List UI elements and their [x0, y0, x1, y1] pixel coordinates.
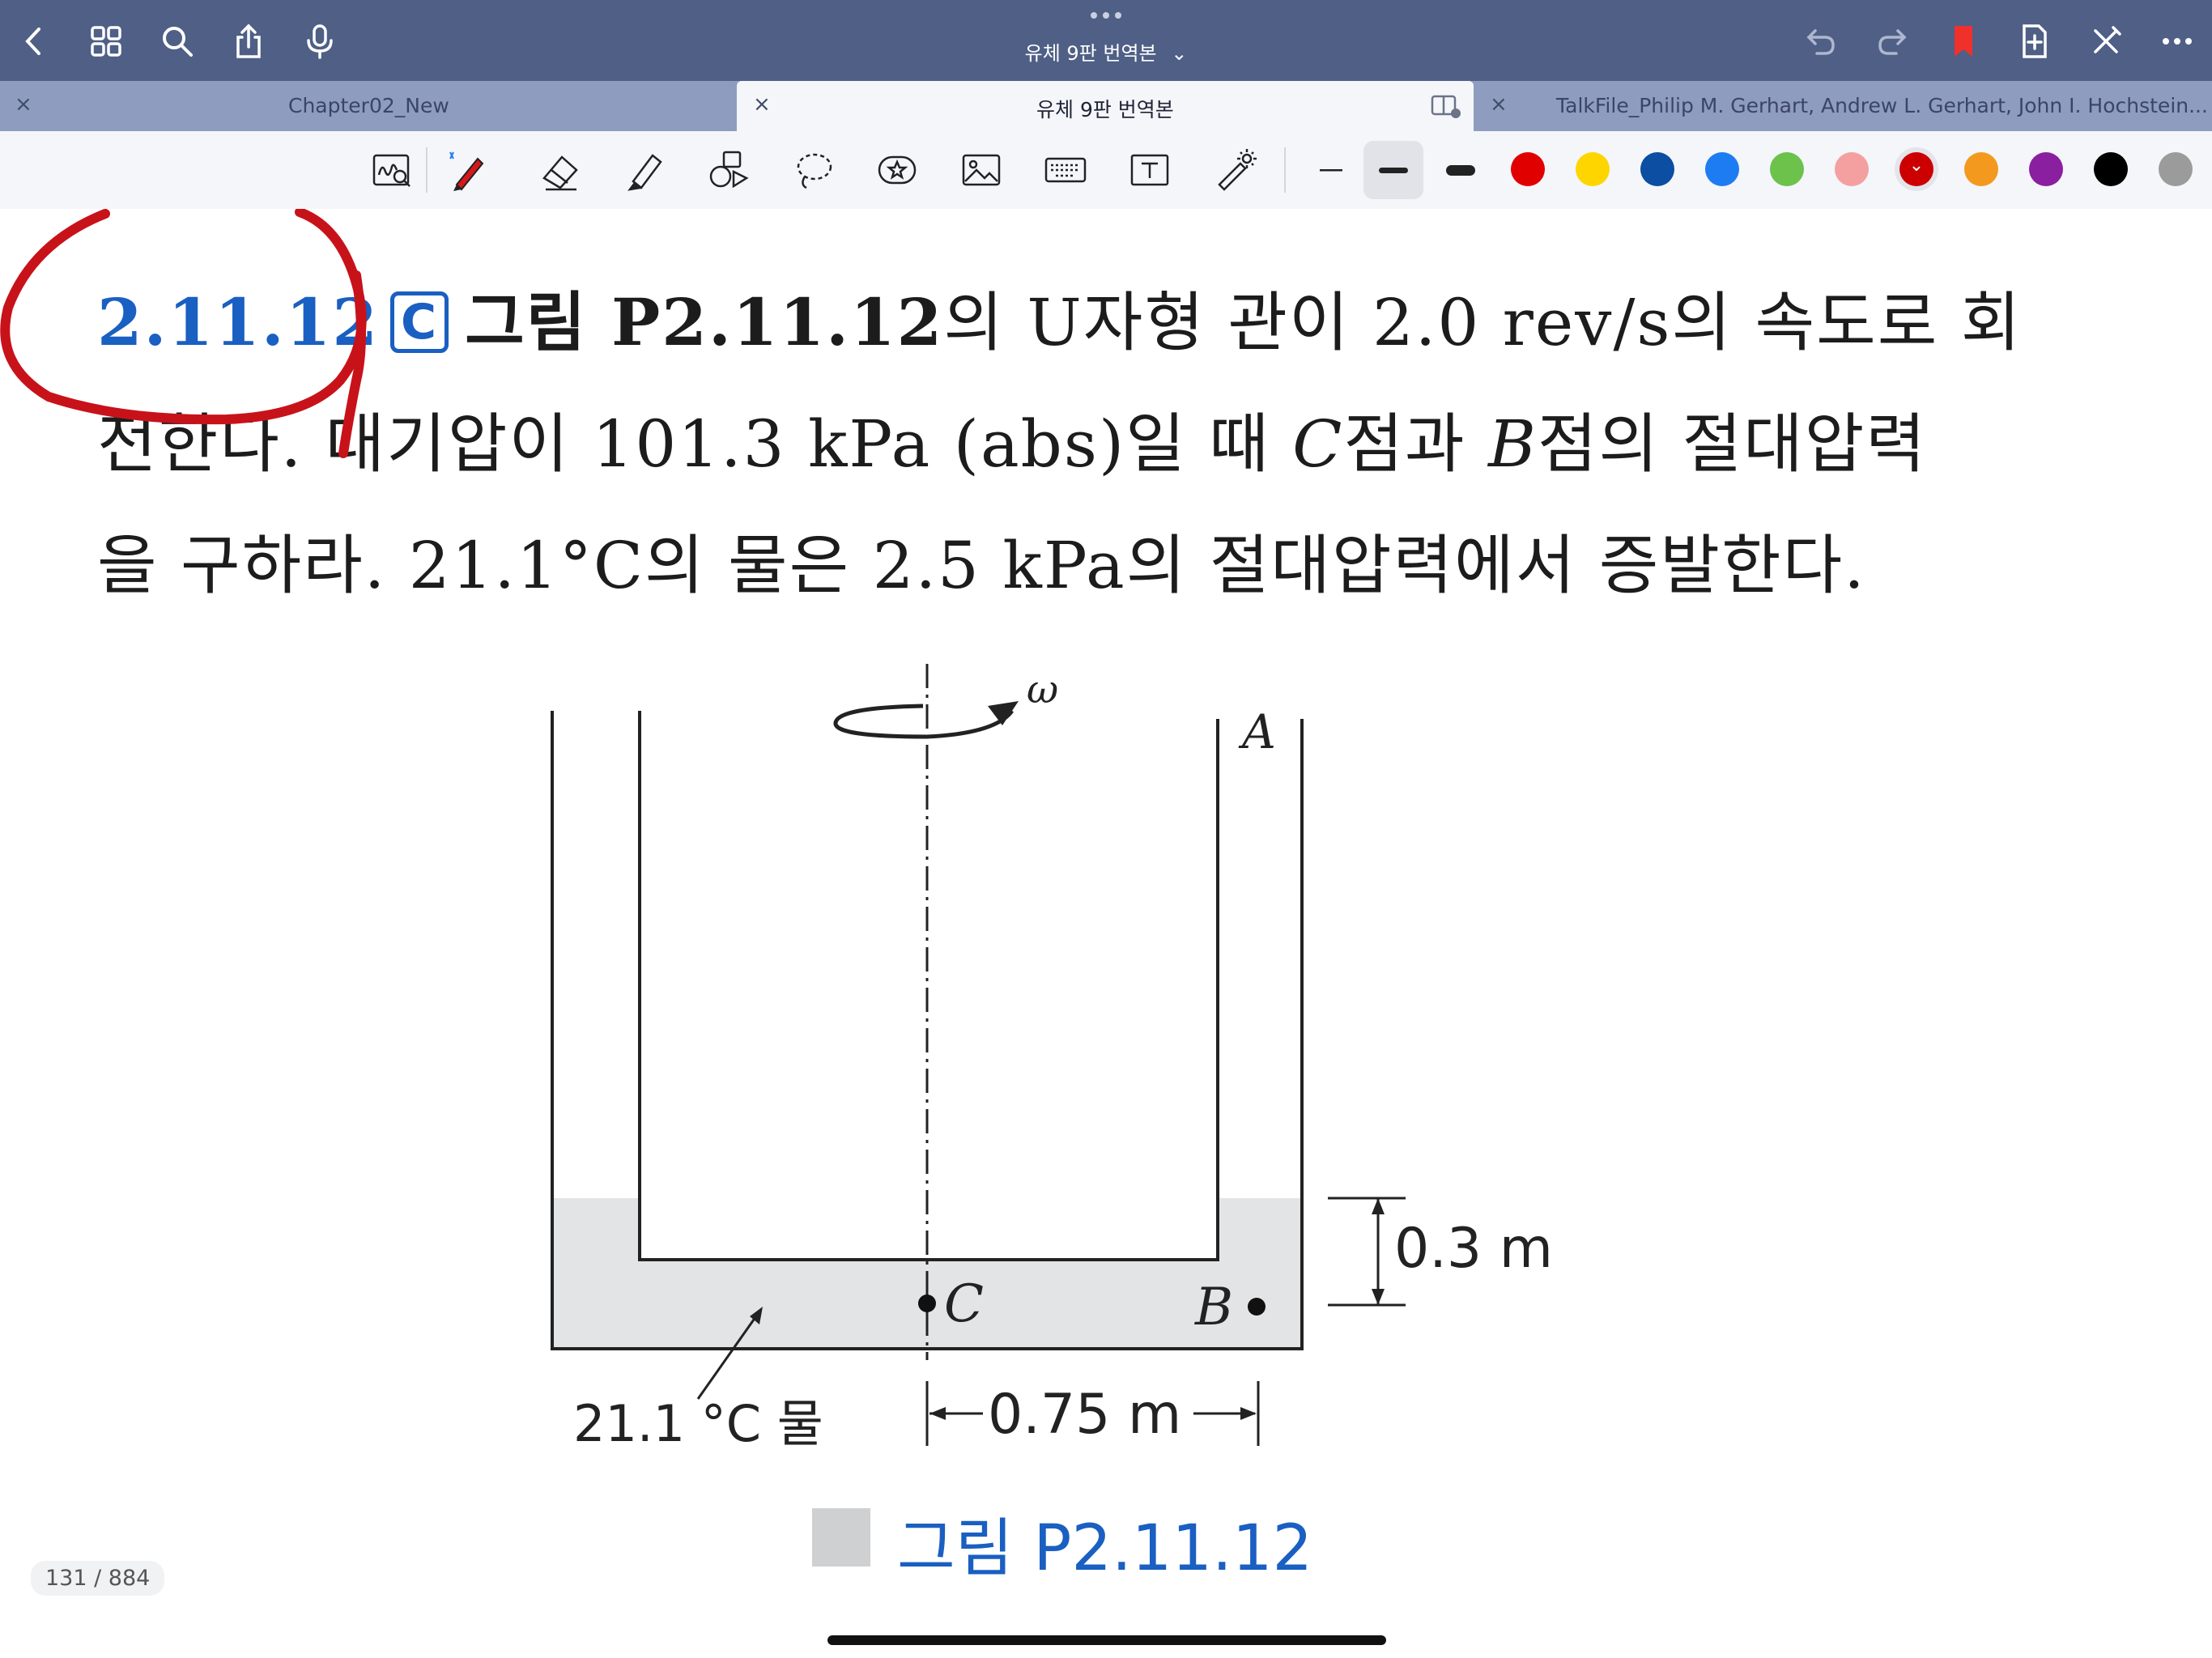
laser-pointer-tool-icon[interactable]: [1208, 144, 1260, 196]
color-swatch[interactable]: [1705, 152, 1739, 186]
top-nav-bar: 유체 9판 번역본 ⌄: [0, 0, 2212, 81]
window-handle-dots-icon[interactable]: [1090, 11, 1122, 19]
color-swatch[interactable]: [1964, 152, 1998, 186]
color-swatch[interactable]: [1640, 152, 1674, 186]
annotation-toolbar: ⌄: [0, 131, 2212, 210]
handwriting-zoom-icon[interactable]: [366, 144, 418, 196]
color-swatch[interactable]: ⌄: [1899, 152, 1933, 186]
tab-talkfile[interactable]: × TalkFile_Philip M. Gerhart, Andrew L. …: [1474, 81, 2212, 131]
share-icon[interactable]: [220, 13, 277, 70]
tab-chapter02[interactable]: × Chapter02_New: [0, 81, 737, 131]
color-swatch[interactable]: [1835, 152, 1869, 186]
tab-fluid-translation[interactable]: × 유체 9판 번역본: [737, 81, 1474, 131]
bookmark-icon[interactable]: [1935, 13, 1992, 70]
pdf-page[interactable]: 2.11.12 C 그림 P2.11.12의 U자형 관이 2.0 rev/s의 속…: [0, 209, 2212, 1658]
tab-label: Chapter02_New: [288, 94, 449, 117]
color-swatch[interactable]: [1511, 152, 1545, 186]
eraser-tool-icon[interactable]: [534, 144, 586, 196]
tab-label: TalkFile_Philip M. Gerhart, Andrew L. Ge…: [1556, 94, 2208, 117]
text-box-tool-icon[interactable]: [1124, 144, 1176, 196]
lasso-tool-icon[interactable]: [787, 144, 839, 196]
tab-close-icon[interactable]: ×: [753, 92, 774, 117]
document-title-menu[interactable]: 유체 9판 번역본 ⌄: [972, 37, 1240, 66]
color-swatch[interactable]: [2159, 152, 2193, 186]
stroke-medium-icon: [1379, 168, 1408, 173]
pen-tool-icon[interactable]: [442, 144, 494, 196]
more-options-icon[interactable]: [2149, 13, 2206, 70]
sticker-tool-icon[interactable]: [871, 144, 923, 196]
microphone-icon[interactable]: [291, 13, 348, 70]
image-tool-icon[interactable]: [955, 144, 1007, 196]
document-title: 유체 9판 번역본: [1024, 42, 1157, 65]
page-indicator: 131 / 884: [31, 1561, 165, 1596]
shape-tool-icon[interactable]: [703, 144, 755, 196]
stroke-thick-icon[interactable]: [1435, 144, 1487, 196]
document-tab-bar: × Chapter02_New × 유체 9판 번역본 × TalkFile_P…: [0, 81, 2212, 131]
color-swatch[interactable]: [2029, 152, 2063, 186]
tab-label: 유체 9판 번역본: [1036, 98, 1174, 121]
search-icon[interactable]: [149, 13, 206, 70]
stroke-thin-icon[interactable]: [1305, 144, 1357, 196]
stroke-medium-selected[interactable]: [1363, 141, 1423, 199]
split-view-icon[interactable]: [1430, 94, 1462, 120]
undo-icon[interactable]: [1793, 13, 1849, 70]
back-icon[interactable]: [6, 13, 63, 70]
highlighter-tool-icon[interactable]: [619, 144, 670, 196]
redo-icon[interactable]: [1864, 13, 1921, 70]
home-indicator[interactable]: [827, 1635, 1386, 1645]
add-page-icon[interactable]: [2006, 13, 2063, 70]
red-ink-circle-annotation[interactable]: [0, 209, 2212, 1658]
tab-close-icon[interactable]: ×: [15, 92, 36, 117]
color-swatch[interactable]: [1770, 152, 1804, 186]
selected-color-chevron-icon: ⌄: [1908, 155, 1925, 176]
keyboard-tool-icon[interactable]: [1040, 144, 1091, 196]
thumbnails-grid-icon[interactable]: [78, 13, 134, 70]
close-pen-mode-icon[interactable]: [2078, 13, 2134, 70]
chevron-down-icon: ⌄: [1171, 42, 1188, 65]
tab-close-icon[interactable]: ×: [1490, 92, 1511, 117]
color-swatch[interactable]: [2094, 152, 2128, 186]
color-swatch[interactable]: [1576, 152, 1610, 186]
